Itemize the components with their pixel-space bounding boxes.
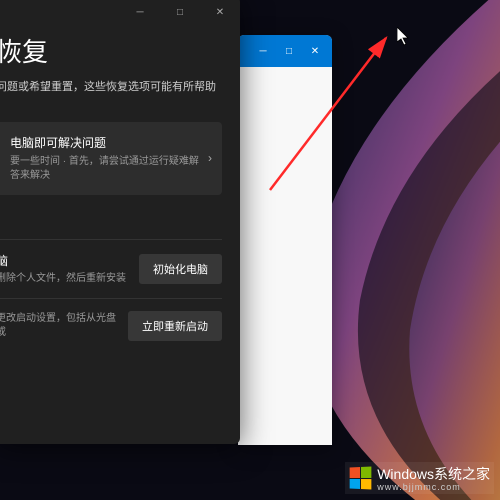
restart-subtitle: 更改启动设置，包括从光盘或 <box>0 312 118 340</box>
fix-card-subtitle: 要一些时间 · 首先，请尝试通过运行疑难解答来解决 <box>10 155 208 183</box>
chevron-right-icon: › <box>208 151 212 165</box>
settings-titlebar[interactable]: ─ □ ✕ <box>0 0 240 28</box>
reset-pc-button[interactable]: 初始化电脑 <box>139 254 222 284</box>
close-button[interactable]: ✕ <box>200 0 240 28</box>
fix-card-title: 电脑即可解决问题 <box>10 134 208 151</box>
reset-subtitle: 删除个人文件，然后重新安装 <box>0 272 129 286</box>
watermark-brand: Windows <box>377 466 434 482</box>
bg-minimize-button[interactable]: ─ <box>250 40 276 62</box>
fix-problems-card[interactable]: 电脑即可解决问题 要一些时间 · 首先，请尝试通过运行疑难解答来解决 › <box>0 122 222 195</box>
page-subtitle: 问题或希望重置，这些恢复选项可能有所帮助 <box>0 79 222 96</box>
windows-logo-icon <box>350 466 372 489</box>
bg-close-button[interactable]: ✕ <box>302 40 328 62</box>
settings-recovery-window[interactable]: ─ □ ✕ 恢复 问题或希望重置，这些恢复选项可能有所帮助 电脑即可解决问题 要… <box>0 0 240 444</box>
page-title: 恢复 <box>0 32 222 69</box>
reset-pc-row: 脑 删除个人文件，然后重新安装 初始化电脑 <box>0 239 222 298</box>
watermark: Windows系统之家 www.bjjmmc.com <box>345 462 494 494</box>
maximize-button[interactable]: □ <box>160 0 200 28</box>
advanced-startup-row: 更改启动设置，包括从光盘或 立即重新启动 <box>0 298 222 353</box>
reset-title: 脑 <box>0 252 129 269</box>
restart-now-button[interactable]: 立即重新启动 <box>128 311 222 341</box>
settings-content: 恢复 问题或希望重置，这些恢复选项可能有所帮助 电脑即可解决问题 要一些时间 ·… <box>0 32 240 353</box>
minimize-button[interactable]: ─ <box>120 0 160 28</box>
watermark-suffix: 系统之家 <box>434 466 490 482</box>
background-window[interactable]: ─ □ ✕ <box>238 35 332 445</box>
bg-maximize-button[interactable]: □ <box>276 40 302 62</box>
background-window-titlebar[interactable]: ─ □ ✕ <box>238 35 332 67</box>
watermark-url: www.bjjmmc.com <box>377 482 490 492</box>
watermark-text: Windows系统之家 www.bjjmmc.com <box>377 464 490 492</box>
